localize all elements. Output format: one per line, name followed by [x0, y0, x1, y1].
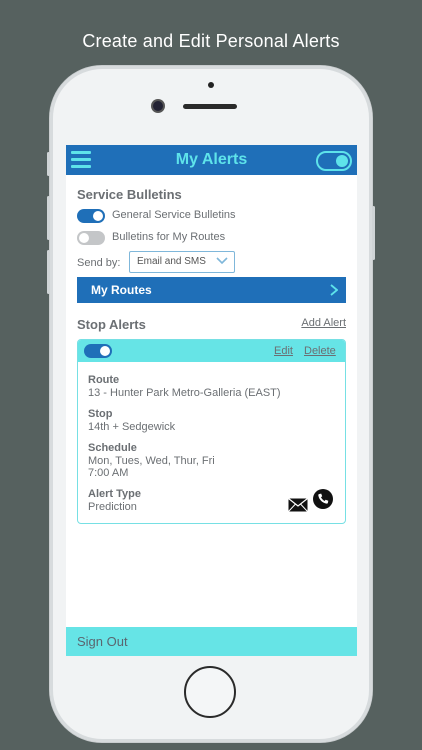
service-bulletins-title: Service Bulletins [77, 187, 182, 202]
stop-value: 14th + Sedgewick [88, 421, 176, 433]
card-header: Edit Delete [78, 340, 345, 362]
chevron-down-icon [216, 257, 228, 265]
toggle-knob [93, 211, 103, 221]
app-screen: My Alerts Service Bulletins General Serv… [66, 145, 357, 656]
home-button[interactable] [184, 666, 236, 718]
edit-link[interactable]: Edit [274, 345, 293, 357]
volume-down-button [47, 250, 50, 294]
phone-frame: My Alerts Service Bulletins General Serv… [47, 66, 375, 742]
sign-out-bar[interactable]: Sign Out [66, 627, 357, 656]
toggle-knob [336, 155, 348, 167]
mail-icon [288, 498, 308, 512]
general-bulletins-label: General Service Bulletins [112, 209, 236, 221]
send-by-value: Email and SMS [137, 256, 206, 267]
toggle-knob [79, 233, 89, 243]
chevron-right-icon [330, 284, 338, 296]
mute-switch [47, 152, 50, 176]
my-routes-label: My Routes [91, 283, 152, 297]
stop-alert-card: Edit Delete Route 13 - Hunter Park Metro… [77, 339, 346, 524]
top-bar: My Alerts [66, 145, 357, 175]
general-bulletins-toggle[interactable] [77, 209, 105, 223]
alert-type-label: Alert Type [88, 488, 141, 500]
schedule-days: Mon, Tues, Wed, Thur, Fri [88, 455, 215, 467]
schedule-label: Schedule [88, 442, 137, 454]
route-bulletins-toggle[interactable] [77, 231, 105, 245]
send-by-label: Send by: [77, 257, 121, 269]
send-by-select[interactable]: Email and SMS [129, 251, 235, 273]
delete-link[interactable]: Delete [304, 345, 336, 357]
stop-alerts-title: Stop Alerts [77, 317, 146, 332]
route-bulletins-label: Bulletins for My Routes [112, 231, 226, 243]
phone-icon [313, 489, 333, 509]
page-title: My Alerts [175, 151, 248, 168]
alert-type-value: Prediction [88, 501, 137, 513]
caption: Create and Edit Personal Alerts [82, 31, 340, 51]
route-label: Route [88, 374, 120, 386]
stop-label: Stop [88, 408, 113, 420]
header-toggle[interactable] [316, 151, 352, 171]
sensor-dot [208, 82, 214, 88]
my-routes-button[interactable]: My Routes [77, 277, 346, 303]
schedule-time: 7:00 AM [88, 467, 129, 479]
alert-enabled-toggle[interactable] [84, 344, 112, 358]
volume-up-button [47, 196, 50, 240]
power-button [372, 206, 375, 260]
add-alert-link[interactable]: Add Alert [301, 317, 346, 329]
speaker-grille [183, 104, 237, 109]
toggle-knob [100, 346, 110, 356]
camera-icon [153, 101, 163, 111]
route-value: 13 - Hunter Park Metro-Galleria (EAST) [88, 387, 281, 399]
sign-out-label: Sign Out [77, 634, 128, 649]
